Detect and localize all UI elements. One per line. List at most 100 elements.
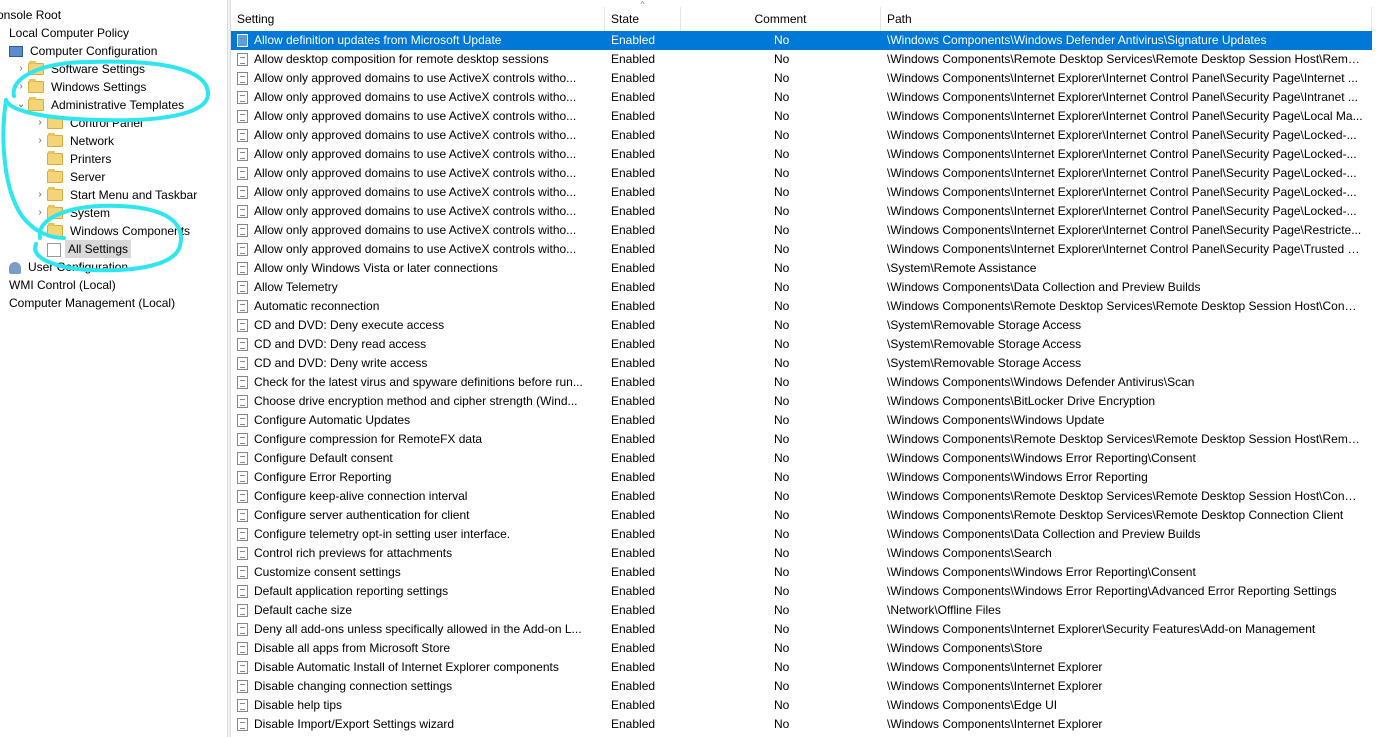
chevron-right-icon[interactable]: › [35, 132, 45, 150]
table-row[interactable]: Disable Automatic Install of Internet Ex… [231, 658, 1372, 677]
table-row[interactable]: Allow only approved domains to use Activ… [231, 145, 1372, 164]
chevron-right-icon[interactable]: › [16, 60, 26, 78]
tree-node-label: Windows Settings [51, 80, 147, 94]
cell-path: \Windows Components\Store [887, 641, 1043, 655]
table-row[interactable]: Allow only Windows Vista or later connec… [231, 259, 1372, 278]
cell-comment: No [774, 679, 790, 693]
cell-path: \Windows Components\Windows Defender Ant… [887, 33, 1267, 47]
column-header-comment[interactable]: Comment [681, 7, 881, 31]
policy-setting-icon [237, 661, 249, 674]
tree-node-label: Software Settings [51, 62, 146, 76]
policy-setting-icon [237, 395, 249, 408]
tree-node-label: System [70, 206, 111, 220]
policy-setting-icon [237, 490, 249, 503]
table-row[interactable]: Disable Import/Export Settings wizard Ena… [231, 715, 1372, 734]
table-row[interactable]: Allow only approved domains to use Activ… [231, 202, 1372, 221]
cell-path: \Windows Components\Remote Desktop Servi… [887, 52, 1363, 66]
table-row[interactable]: Deny all add-ons unless specifically all… [231, 620, 1372, 639]
policy-setting-icon [237, 528, 249, 541]
cell-comment: No [774, 147, 790, 161]
table-row[interactable]: Configure Default consent Enabled No \Windo… [231, 449, 1372, 468]
table-row[interactable]: Configure compression for RemoteFX data E… [231, 430, 1372, 449]
chevron-right-icon[interactable]: › [35, 204, 45, 222]
policy-setting-icon [237, 547, 249, 560]
cell-comment: No [774, 432, 790, 446]
cell-path: \Windows Components\Edge UI [887, 698, 1058, 712]
cell-state: Enabled [611, 565, 656, 579]
table-row[interactable]: Allow only approved domains to use Activ… [231, 69, 1372, 88]
cell-setting: Default cache size [254, 603, 353, 617]
table-row[interactable]: Allow only approved domains to use Activ… [231, 88, 1372, 107]
cell-state: Enabled [611, 242, 656, 256]
cell-state: Enabled [611, 584, 656, 598]
cell-setting: Automatic reconnection [254, 299, 380, 313]
column-header-setting[interactable]: Setting [231, 7, 605, 31]
table-row[interactable]: Configure keep-alive connection interval… [231, 487, 1372, 506]
folder-icon [47, 204, 63, 219]
cell-path: \Windows Components\Internet Explorer [887, 660, 1103, 674]
table-row[interactable]: CD and DVD: Deny read access Enabled No \Sy… [231, 335, 1372, 354]
cell-path: \Windows Components\Internet Explorer\In… [887, 223, 1362, 237]
cell-state: Enabled [611, 318, 656, 332]
table-row[interactable]: Configure server authentication for clie… [231, 506, 1372, 525]
cell-setting: Configure Default consent [254, 451, 393, 465]
table-row[interactable]: Allow Telemetry Enabled No \Windows Compone… [231, 278, 1372, 297]
table-row[interactable]: Disable all apps from Microsoft Store Ena… [231, 639, 1372, 658]
table-row[interactable]: Allow only approved domains to use Activ… [231, 240, 1372, 259]
computer-icon [9, 46, 23, 58]
table-row[interactable]: Allow only approved domains to use Activ… [231, 126, 1372, 145]
table-row[interactable]: Automatic reconnection Enabled No \Windows … [231, 297, 1372, 316]
cell-comment: No [774, 622, 790, 636]
table-row[interactable]: Allow only approved domains to use Activ… [231, 107, 1372, 126]
table-row[interactable]: Disable help tips Enabled No \Windows Compo… [231, 696, 1372, 715]
cell-state: Enabled [611, 698, 656, 712]
table-row[interactable]: CD and DVD: Deny write access Enabled No \S… [231, 354, 1372, 373]
table-row[interactable]: Allow only approved domains to use Activ… [231, 164, 1372, 183]
policy-setting-icon [237, 91, 249, 104]
table-row[interactable]: Allow definition updates from Microsoft … [231, 31, 1372, 50]
cell-path: \Windows Components\Internet Explorer\In… [887, 90, 1358, 104]
table-row[interactable]: Check for the latest virus and spyware d… [231, 373, 1372, 392]
cell-comment: No [774, 717, 790, 731]
chevron-right-icon[interactable]: › [16, 78, 26, 96]
policy-setting-icon [237, 205, 249, 218]
cell-state: Enabled [611, 413, 656, 427]
cell-comment: No [774, 71, 790, 85]
cell-path: \Windows Components\Internet Explorer [887, 679, 1103, 693]
cell-setting: Allow only approved domains to use Activ… [254, 109, 577, 123]
cell-comment: No [774, 565, 790, 579]
chevron-down-icon[interactable]: ⌄ [16, 96, 26, 114]
table-row[interactable]: Default application reporting settings En… [231, 582, 1372, 601]
cell-comment: No [774, 52, 790, 66]
table-row[interactable]: Choose drive encryption method and ciphe… [231, 392, 1372, 411]
policy-setting-icon [237, 414, 249, 427]
policy-setting-icon [237, 319, 249, 332]
column-header-path[interactable]: Path [881, 7, 1372, 31]
table-row[interactable]: Allow only approved domains to use Activ… [231, 183, 1372, 202]
policy-setting-icon [237, 604, 249, 617]
chevron-right-icon[interactable]: › [35, 186, 45, 204]
table-row[interactable]: Control rich previews for attachments Ena… [231, 544, 1372, 563]
chevron-right-icon[interactable]: › [35, 114, 45, 132]
table-row[interactable]: Disable changing connection settings Enab… [231, 677, 1372, 696]
table-row[interactable]: Configure telemetry opt-in setting user … [231, 525, 1372, 544]
column-header-state[interactable]: ^ State [605, 0, 681, 31]
cell-comment: No [774, 356, 790, 370]
cell-state: Enabled [611, 147, 656, 161]
policy-setting-icon [237, 262, 249, 275]
table-row[interactable]: CD and DVD: Deny execute access Enabled No… [231, 316, 1372, 335]
chevron-right-icon[interactable]: › [35, 222, 45, 240]
cell-path: \Windows Components\Remote Desktop Servi… [887, 299, 1363, 313]
table-row[interactable]: Customize consent settings Enabled No \Wind… [231, 563, 1372, 582]
table-row[interactable]: Allow desktop composition for remote des… [231, 50, 1372, 69]
table-row[interactable]: Default cache size Enabled No \Network\Offl… [231, 601, 1372, 620]
cell-comment: No [774, 451, 790, 465]
cell-path: \Windows Components\Data Collection and … [887, 280, 1201, 294]
cell-path: \Windows Components\Remote Desktop Servi… [887, 489, 1363, 503]
cell-setting: Disable changing connection settings [254, 679, 453, 693]
table-row[interactable]: Configure Error Reporting Enabled No \Windo… [231, 468, 1372, 487]
cell-setting: Allow only approved domains to use Activ… [254, 223, 577, 237]
table-row[interactable]: Configure Automatic Updates Enabled No \Win… [231, 411, 1372, 430]
cell-path: \Windows Components\Windows Error Report… [887, 584, 1337, 598]
table-row[interactable]: Allow only approved domains to use Activ… [231, 221, 1372, 240]
